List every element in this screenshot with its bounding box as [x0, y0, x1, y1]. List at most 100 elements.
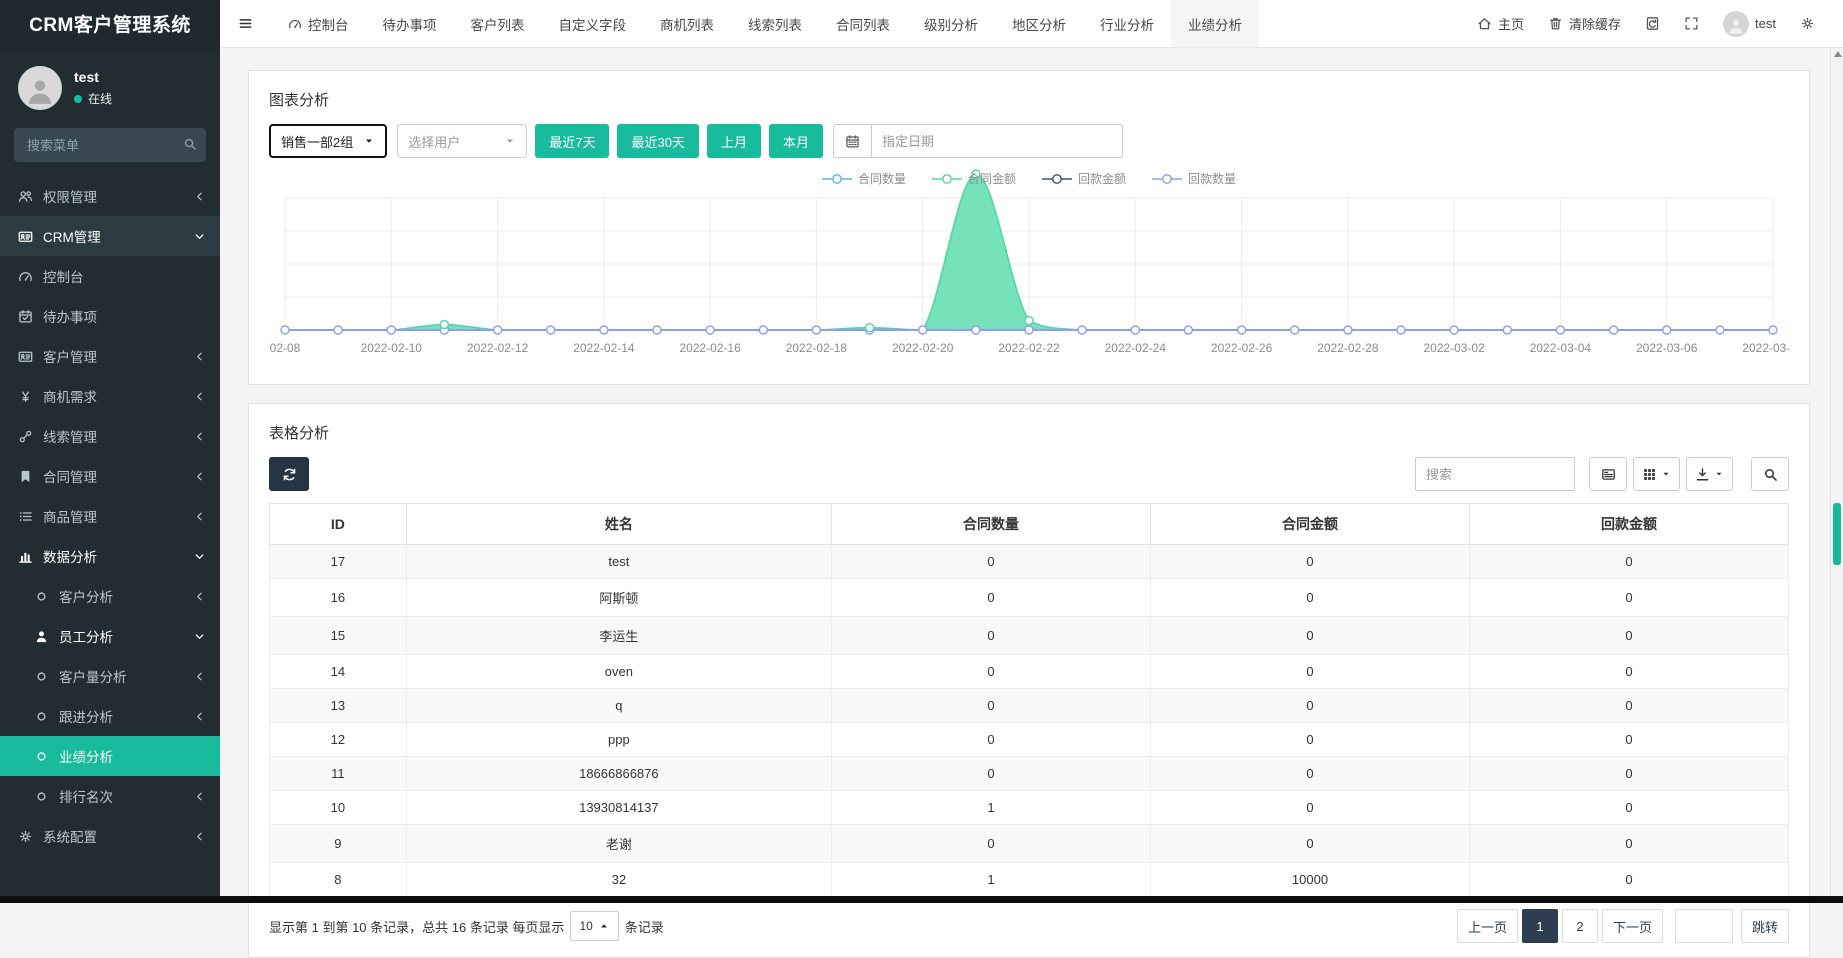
table-cell: 0	[1150, 824, 1470, 863]
sidebar-item[interactable]: 数据分析	[0, 536, 220, 576]
column-header[interactable]: 合同数量	[831, 503, 1151, 545]
sidebar-item[interactable]: 商机需求	[0, 376, 220, 416]
sidebar-item[interactable]: 客户量分析	[0, 656, 220, 696]
nav-tab[interactable]: 待办事项	[366, 0, 454, 47]
sidebar-item[interactable]: 权限管理	[0, 176, 220, 216]
jump-page-input[interactable]	[1674, 909, 1733, 943]
nav-tab[interactable]: 自定义字段	[542, 0, 644, 47]
quick-range-button[interactable]: 本月	[768, 124, 823, 158]
nav-tab[interactable]: 业绩分析	[1171, 0, 1259, 47]
legend-item[interactable]: 合同金额	[931, 170, 1016, 187]
nav-trash[interactable]: 清除缓存	[1548, 14, 1621, 33]
export-button[interactable]	[1686, 457, 1733, 491]
nav-refresh-page[interactable]	[1645, 16, 1660, 31]
nav-user[interactable]: test	[1723, 10, 1776, 37]
table-row[interactable]: 8 32 1 10000 0	[269, 862, 1790, 897]
page-button[interactable]: 2	[1561, 909, 1598, 943]
sidebar-toggle-button[interactable]	[220, 16, 271, 31]
chevron-left-icon	[193, 390, 206, 403]
table-cell: 0	[831, 616, 1151, 655]
trash-icon	[1548, 16, 1563, 31]
chevron-left-icon	[193, 510, 206, 523]
page-size-select[interactable]: 10	[570, 911, 619, 941]
nav-tab[interactable]: 客户列表	[454, 0, 542, 47]
sidebar-item[interactable]: 客户管理	[0, 336, 220, 376]
page-button[interactable]: 1	[1521, 909, 1558, 943]
nav-tab[interactable]: 控制台	[271, 0, 366, 47]
column-header[interactable]: ID	[269, 503, 407, 545]
caret-up-icon	[598, 920, 610, 932]
sidebar-item[interactable]: 客户分析	[0, 576, 220, 616]
nav-tab[interactable]: 合同列表	[819, 0, 907, 47]
chevron-left-icon	[193, 190, 206, 203]
dashboard-icon	[288, 17, 302, 31]
quick-range-button[interactable]: 上月	[706, 124, 761, 158]
nav-expand[interactable]	[1684, 16, 1699, 31]
sidebar-item[interactable]: CRM管理	[0, 216, 220, 256]
next-page-button[interactable]: 下一页	[1601, 909, 1663, 943]
table-cell: q	[405, 688, 833, 723]
nav-user-label: test	[1755, 16, 1776, 31]
sidebar-search-input[interactable]	[14, 128, 206, 162]
table-cell: 阿斯顿	[405, 578, 833, 617]
sidebar-item[interactable]: 员工分析	[0, 616, 220, 656]
table-cell: 0	[831, 722, 1151, 757]
nav-tab[interactable]: 地区分析	[995, 0, 1083, 47]
table-body: 17 test 0 0 0 16 阿斯顿 0 0 0 15 李运生 0 0 0 14 oven 0 0 0 13 q 0 0 0…	[269, 544, 1790, 897]
sidebar-item-label: 合同管理	[43, 470, 97, 485]
scrollbar-up-arrow[interactable]	[1834, 51, 1842, 57]
sidebar-item[interactable]: 排行名次	[0, 776, 220, 816]
user-select[interactable]: 选择用户	[397, 124, 528, 158]
list-icon	[18, 509, 33, 524]
toggle-pagination-button[interactable]	[1589, 457, 1627, 491]
summary-text: 显示第 1 到第 10 条记录，总共 16 条记录 每页显示	[269, 919, 565, 935]
table-row[interactable]: 17 test 0 0 0	[269, 544, 1790, 579]
user-avatar	[18, 66, 62, 110]
columns-button[interactable]	[1633, 457, 1680, 491]
legend-item[interactable]: 回款数量	[1152, 170, 1236, 187]
table-row[interactable]: 12 ppp 0 0 0	[269, 722, 1790, 757]
sidebar-item[interactable]: 待办事项	[0, 296, 220, 336]
quick-range-button[interactable]: 最近30天	[617, 124, 699, 158]
prev-page-button[interactable]: 上一页	[1456, 909, 1518, 943]
table-row[interactable]: 13 q 0 0 0	[269, 688, 1790, 723]
sidebar-item[interactable]: 系统配置	[0, 816, 220, 856]
sidebar-item[interactable]: 跟进分析	[0, 696, 220, 736]
yen-icon	[18, 389, 33, 404]
column-header[interactable]: 回款金额	[1468, 503, 1790, 545]
table-row[interactable]: 16 阿斯顿 0 0 0	[269, 578, 1790, 617]
calendar-icon[interactable]	[832, 124, 871, 158]
nav-tab[interactable]: 线索列表	[731, 0, 819, 47]
legend-item[interactable]: 回款金额	[1042, 170, 1126, 187]
nav-tab[interactable]: 行业分析	[1083, 0, 1171, 47]
sidebar-item[interactable]: 商品管理	[0, 496, 220, 536]
table-row[interactable]: 10 13930814137 1 0 0	[269, 790, 1790, 825]
table-search-button[interactable]	[1751, 457, 1789, 491]
export-icon	[1695, 467, 1710, 482]
nav-tab[interactable]: 商机列表	[643, 0, 731, 47]
sidebar-item[interactable]: 业绩分析	[0, 736, 220, 776]
refresh-button[interactable]	[269, 457, 309, 491]
quick-range-button[interactable]: 最近7天	[535, 124, 610, 158]
column-header[interactable]: 合同金额	[1150, 503, 1470, 545]
scrollbar-thumb[interactable]	[1833, 503, 1841, 565]
table-search-input[interactable]	[1415, 457, 1575, 491]
sidebar-item[interactable]: 线索管理	[0, 416, 220, 456]
date-input[interactable]	[870, 124, 1123, 158]
chart-toolbar: 销售一部2组 选择用户 最近7天 最近30天 上月 本月	[269, 124, 1789, 158]
nav-tab[interactable]: 级别分析	[907, 0, 995, 47]
table-row[interactable]: 14 oven 0 0 0	[269, 654, 1790, 689]
nav-cogs[interactable]	[1800, 16, 1815, 31]
page-scrollbar[interactable]	[1830, 48, 1843, 896]
jump-button[interactable]: 跳转	[1740, 909, 1789, 943]
table-row[interactable]: 11 18666866876 0 0 0	[269, 756, 1790, 791]
table-row[interactable]: 9 老谢 0 0 0	[269, 824, 1790, 863]
department-select[interactable]: 销售一部2组	[269, 124, 388, 158]
column-header[interactable]: 姓名	[405, 503, 833, 545]
nav-home[interactable]: 主页	[1477, 14, 1524, 33]
table-row[interactable]: 15 李运生 0 0 0	[269, 616, 1790, 655]
sidebar-item[interactable]: 合同管理	[0, 456, 220, 496]
sidebar-item[interactable]: 控制台	[0, 256, 220, 296]
svg-text:2022-02-28: 2022-02-28	[1317, 341, 1379, 355]
legend-item[interactable]: 合同数量	[821, 170, 906, 187]
